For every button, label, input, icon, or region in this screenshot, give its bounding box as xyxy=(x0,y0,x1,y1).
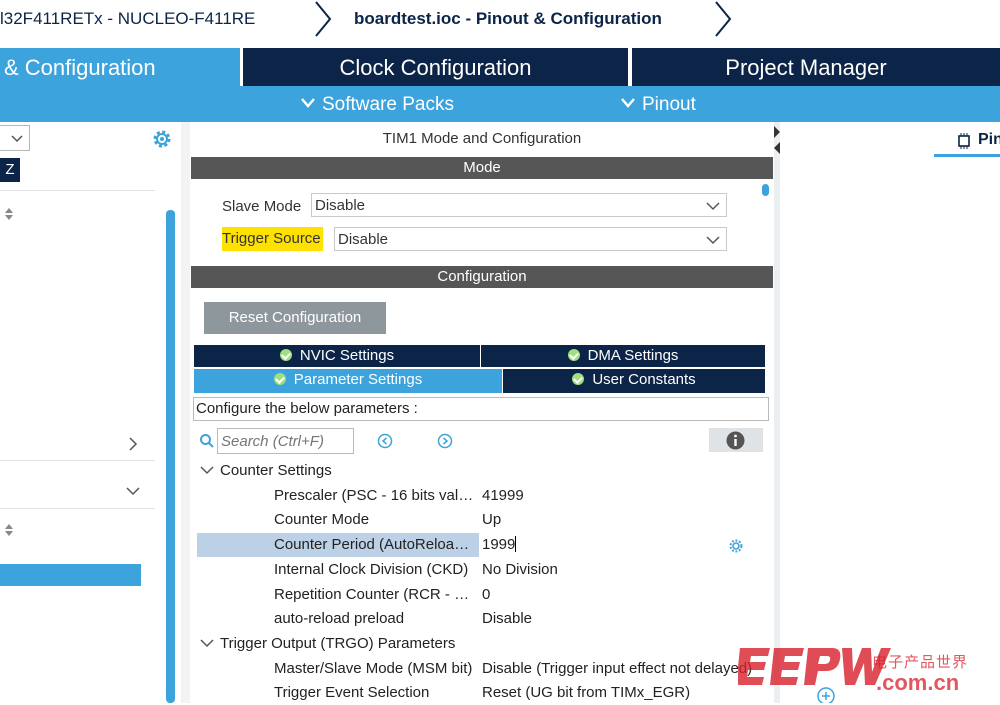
sort-arrows-icon[interactable] xyxy=(4,522,14,538)
left-scrollbar[interactable] xyxy=(166,210,175,703)
search-icon xyxy=(200,434,214,448)
tab-user-constants[interactable]: User Constants xyxy=(503,369,765,393)
chevron-right-icon[interactable] xyxy=(128,436,138,452)
sub-toolbar xyxy=(0,86,1000,122)
tab-pinout-configuration[interactable]: & Configuration xyxy=(0,48,240,86)
param-name[interactable]: Internal Clock Division (CKD) xyxy=(274,558,474,582)
chevron-down-icon xyxy=(706,236,720,245)
pinout-label: Pinout xyxy=(642,94,696,115)
watermark-site: .com.cn xyxy=(876,670,960,695)
reset-configuration-button[interactable]: Reset Configuration xyxy=(204,302,386,334)
chevron-down-icon xyxy=(706,202,720,211)
info-button[interactable] xyxy=(709,428,763,452)
selected-peripheral-row[interactable] xyxy=(0,564,141,586)
slave-mode-label: Slave Mode xyxy=(222,198,302,215)
sort-arrows-icon[interactable] xyxy=(4,206,14,222)
param-value[interactable]: 0 xyxy=(482,583,490,607)
search-input[interactable] xyxy=(217,428,354,454)
param-value[interactable]: Up xyxy=(482,508,501,532)
param-name[interactable]: Counter Mode xyxy=(274,508,474,532)
pinout-view-label: Pin xyxy=(978,131,1000,148)
trigger-source-value: Disable xyxy=(338,231,389,248)
param-name[interactable]: Counter Period (AutoReload Register) xyxy=(274,533,474,557)
breadcrumb-device[interactable]: l32F411RETx - NUCLEO-F411RE xyxy=(0,0,255,38)
param-name[interactable]: Repetition Counter (RCR - 8 bits value) xyxy=(274,583,474,607)
configuration-header: Configuration xyxy=(191,266,773,288)
previous-result-icon[interactable] xyxy=(377,433,393,449)
check-icon xyxy=(572,373,585,385)
info-icon xyxy=(726,431,745,450)
watermark-cn: 电子产品世界 xyxy=(872,653,969,671)
param-value-editing[interactable]: 1999 xyxy=(482,533,517,557)
tab-dma-label: DMA Settings xyxy=(587,347,679,364)
param-name[interactable]: auto-reload preload xyxy=(274,607,474,631)
chevron-down-icon xyxy=(301,98,315,108)
configure-text: Configure the below parameters : xyxy=(193,397,769,421)
chip-icon xyxy=(958,133,970,149)
breadcrumb-chevron-icon xyxy=(715,1,732,37)
param-value[interactable]: Disable xyxy=(482,607,532,631)
chevron-down-icon[interactable] xyxy=(126,486,140,496)
breadcrumb-file[interactable]: boardtest.ioc - Pinout & Configuration xyxy=(354,0,662,38)
slave-mode-value: Disable xyxy=(315,197,366,214)
trgo-group[interactable]: Trigger Output (TRGO) Parameters xyxy=(200,632,475,656)
counter-settings-label: Counter Settings xyxy=(220,462,332,479)
tab-user-constants-label: User Constants xyxy=(592,371,696,388)
param-name[interactable]: Trigger Event Selection xyxy=(274,681,474,705)
param-value[interactable]: No Division xyxy=(482,558,558,582)
panel-title: TIM1 Mode and Configuration xyxy=(382,130,582,147)
trgo-group-label: Trigger Output (TRGO) Parameters xyxy=(220,635,456,652)
divider xyxy=(0,460,155,461)
check-icon xyxy=(567,349,580,361)
divider xyxy=(0,508,155,509)
mode-header: Mode xyxy=(191,157,773,179)
gear-icon[interactable] xyxy=(728,538,744,554)
tab-nvic-label: NVIC Settings xyxy=(299,347,395,364)
tab-dma-settings[interactable]: DMA Settings xyxy=(481,345,765,367)
param-name[interactable]: Master/Slave Mode (MSM bit) xyxy=(274,657,474,681)
chevron-down-icon xyxy=(200,466,214,475)
category-dropdown[interactable] xyxy=(0,125,30,151)
gear-icon[interactable] xyxy=(151,128,173,150)
breadcrumb-chevron-icon xyxy=(315,1,332,37)
trigger-source-label: Trigger Source xyxy=(222,227,323,251)
tab-clock-configuration[interactable]: Clock Configuration xyxy=(243,48,628,86)
chevron-down-icon xyxy=(200,639,214,648)
left-panel-edge xyxy=(181,122,190,703)
pinout-menu[interactable]: Pinout xyxy=(620,86,696,122)
param-value[interactable]: Reset (UG bit from TIMx_EGR) xyxy=(482,681,690,705)
software-packs-menu[interactable]: Software Packs xyxy=(300,86,454,122)
slave-mode-select[interactable]: Disable xyxy=(311,193,727,217)
tab-nvic-settings[interactable]: NVIC Settings xyxy=(194,345,480,367)
param-name[interactable]: Prescaler (PSC - 16 bits value) xyxy=(274,484,474,508)
param-value: 1999 xyxy=(482,536,516,553)
check-icon xyxy=(273,373,286,385)
param-value[interactable]: 41999 xyxy=(482,484,524,508)
panel-splitter[interactable] xyxy=(774,122,780,703)
sort-az-button[interactable]: Z xyxy=(0,158,20,182)
chevron-down-icon xyxy=(621,98,635,108)
trigger-source-select[interactable]: Disable xyxy=(334,227,727,251)
tab-parameter-settings[interactable]: Parameter Settings xyxy=(194,369,502,393)
param-value[interactable]: Disable (Trigger input effect not delaye… xyxy=(482,657,762,681)
chevron-down-icon xyxy=(11,135,23,143)
tab-project-manager[interactable]: Project Manager xyxy=(632,48,1000,86)
divider xyxy=(0,190,155,191)
collapse-arrows-icon[interactable] xyxy=(772,126,782,162)
check-icon xyxy=(279,349,292,361)
counter-settings-group[interactable]: Counter Settings xyxy=(200,459,332,483)
software-packs-label: Software Packs xyxy=(322,94,454,115)
mode-scrollbar[interactable] xyxy=(762,184,769,196)
watermark: 电子产品世界 .com.cn xyxy=(738,640,1000,703)
tab-params-label: Parameter Settings xyxy=(293,371,423,388)
text-cursor xyxy=(515,536,517,552)
next-result-icon[interactable] xyxy=(437,433,453,449)
tab-pinout-view[interactable]: Pin xyxy=(934,130,1000,157)
